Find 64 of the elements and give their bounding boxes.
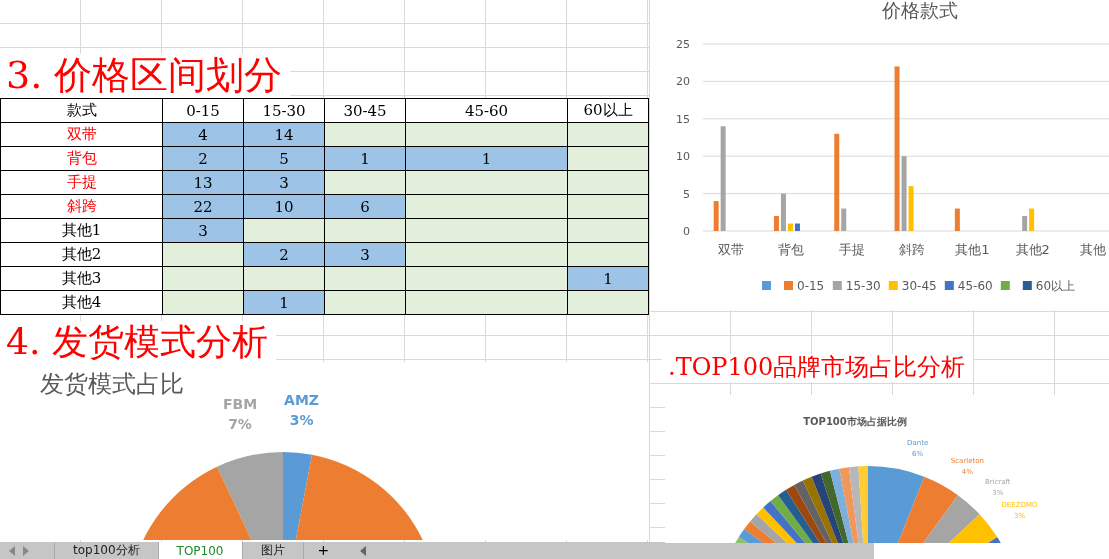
table-cell: 2 [163, 147, 244, 171]
legend-label: 0-15 [797, 279, 825, 293]
legend-label: 45-60 [957, 279, 993, 293]
axis-category-label: 其他1 [955, 242, 990, 257]
axis-category-label: 其他 [1079, 242, 1106, 257]
table-cell: 6 [325, 195, 406, 219]
column-header: 0-15 [163, 99, 244, 123]
axis-category-label: 手提 [838, 242, 865, 257]
column-header: 45-60 [406, 99, 568, 123]
axis-category-label: 斜跨 [899, 242, 926, 257]
previous-sheet-icon[interactable] [8, 545, 16, 556]
table-cell: 22 [163, 195, 244, 219]
row-label: 手提 [1, 171, 163, 195]
row-label: 双带 [1, 123, 163, 147]
row-label: 背包 [1, 147, 163, 171]
legend-label: 60以上 [1035, 279, 1076, 293]
column-header: 30-45 [325, 99, 406, 123]
table-cell: 3 [244, 171, 325, 195]
table-cell: 1 [568, 267, 649, 291]
table-cell: 1 [244, 291, 325, 315]
row-label: 其他4 [1, 291, 163, 315]
legend-label: 30-45 [901, 279, 937, 293]
table-cell: 1 [406, 147, 568, 171]
row-label: 其他2 [1, 243, 163, 267]
axis-tick-label: 25 [676, 38, 690, 51]
legend-label: 15-30 [845, 279, 881, 293]
slice-label: FBM [222, 395, 258, 412]
table-cell: 14 [244, 123, 325, 147]
section-title: .TOP100品牌市场占比分析 [662, 354, 974, 382]
table-cell: 3 [325, 243, 406, 267]
section-title: 3. 价格区间划分 [0, 54, 291, 98]
table-cell: 3 [163, 219, 244, 243]
slice-percent: 7% [228, 415, 252, 432]
next-sheet-icon[interactable] [22, 545, 30, 556]
section-title: 4. 发货模式分析 [0, 320, 276, 362]
column-header: 15-30 [244, 99, 325, 123]
table-cell: 5 [244, 147, 325, 171]
axis-tick-label: 20 [676, 75, 690, 89]
axis-tick-label: 0 [683, 225, 690, 238]
table-cell: 1 [325, 147, 406, 171]
scroll-left-icon[interactable] [359, 545, 368, 556]
row-label: 其他3 [1, 267, 163, 291]
axis-category-label: 双带 [718, 242, 745, 257]
column-header: 款式 [1, 99, 163, 123]
slice-label: AMZ [284, 391, 319, 408]
table-cell: 4 [163, 123, 244, 147]
chart-title: 价格款式 [882, 0, 958, 21]
slice-percent: 3% [289, 411, 314, 428]
table-cell: 10 [244, 195, 325, 219]
axis-tick-label: 10 [676, 150, 690, 164]
table-cell: 2 [244, 243, 325, 267]
bar [954, 208, 960, 231]
axis-category-label: 背包 [778, 242, 805, 257]
table-cell: 13 [163, 171, 244, 195]
axis-tick-label: 15 [676, 112, 690, 126]
column-header: 60以上 [568, 99, 649, 123]
sheet-tab[interactable]: TOP100 [158, 542, 243, 559]
add-sheet-button[interactable]: + [303, 542, 344, 559]
chart-title: TOP100市场占据比例 [803, 416, 907, 427]
axis-tick-label: 5 [683, 187, 690, 201]
row-label: 其他1 [1, 219, 163, 243]
axis-category-label: 其他2 [1015, 242, 1050, 257]
chart-title: 发货模式占比 [40, 370, 184, 398]
row-label: 斜跨 [1, 195, 163, 219]
